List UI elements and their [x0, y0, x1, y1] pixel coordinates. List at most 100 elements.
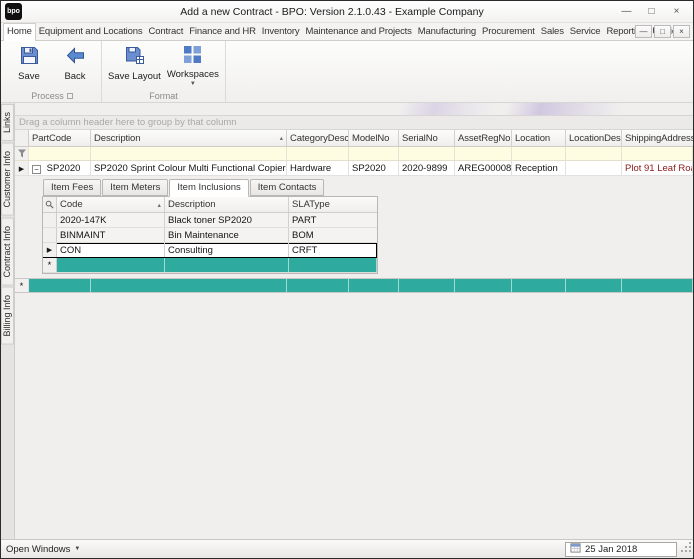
- filter-cell-categorydesc[interactable]: [287, 147, 349, 160]
- new-cell-modelno[interactable]: [349, 279, 399, 292]
- cell-categorydesc[interactable]: Hardware: [287, 161, 349, 175]
- filter-cell-modelno[interactable]: [349, 147, 399, 160]
- detail-row-binmaint[interactable]: BINMAINT Bin Maintenance BOM: [43, 228, 377, 243]
- detail-cell-description[interactable]: Consulting: [165, 243, 289, 257]
- tab-item-inclusions[interactable]: Item Inclusions: [169, 179, 249, 197]
- ribbon-body: Save Back Process Save Layout Workspaces…: [1, 41, 693, 103]
- maximize-button[interactable]: □: [639, 4, 664, 20]
- ribbon-tab-inventory[interactable]: Inventory: [259, 24, 303, 40]
- ribbon-tab-finance-and-hr[interactable]: Finance and HR: [186, 24, 259, 40]
- detail-cell-slatype[interactable]: CRFT: [289, 243, 377, 257]
- format-caption-label: Format: [149, 91, 178, 101]
- detail-column-header-description[interactable]: Description: [165, 197, 289, 212]
- save-layout-button[interactable]: Save Layout: [105, 42, 164, 90]
- grid-row-sp2020[interactable]: ▶ − SP2020 SP2020 Sprint Colour Multi Fu…: [15, 161, 693, 176]
- search-icon[interactable]: [43, 197, 57, 212]
- detail-cell-code[interactable]: BINMAINT: [57, 228, 165, 242]
- column-header-description[interactable]: Description ▲: [91, 130, 287, 146]
- detail-new-cell-slatype[interactable]: [289, 258, 377, 272]
- new-cell-categorydesc[interactable]: [287, 279, 349, 292]
- group-by-bar[interactable]: Drag a column header here to group by th…: [15, 115, 693, 130]
- workspaces-button[interactable]: Workspaces ▼: [164, 42, 222, 90]
- ribbon-tab-home[interactable]: Home: [3, 23, 36, 41]
- ribbon-tab-contract[interactable]: Contract: [146, 24, 187, 40]
- cell-location[interactable]: Reception: [512, 161, 566, 175]
- tab-item-fees[interactable]: Item Fees: [43, 179, 102, 196]
- detail-cell-description[interactable]: Black toner SP2020: [165, 213, 289, 227]
- minimize-button[interactable]: —: [614, 4, 639, 20]
- detail-cell-slatype[interactable]: BOM: [289, 228, 377, 242]
- detail-new-item-row[interactable]: *: [43, 258, 377, 273]
- filter-cell-serialno[interactable]: [399, 147, 455, 160]
- collapse-detail-button[interactable]: −: [32, 165, 41, 174]
- new-cell-description[interactable]: [91, 279, 287, 292]
- column-header-location[interactable]: Location: [512, 130, 566, 146]
- column-header-serialno[interactable]: SerialNo: [399, 130, 455, 146]
- new-cell-shippingaddress[interactable]: [622, 279, 693, 292]
- column-header-modelno[interactable]: ModelNo: [349, 130, 399, 146]
- back-button-label: Back: [64, 71, 86, 82]
- column-header-locationdesc[interactable]: LocationDesc: [566, 130, 622, 146]
- ribbon-tab-service[interactable]: Service: [567, 24, 604, 40]
- detail-row-con-focused[interactable]: ▶ CON Consulting CRFT: [43, 243, 377, 258]
- detail-cell-code[interactable]: CON: [57, 243, 165, 257]
- detail-row-2020-147k[interactable]: 2020-147K Black toner SP2020 PART: [43, 213, 377, 228]
- ribbon-tab-manufacturing[interactable]: Manufacturing: [415, 24, 479, 40]
- cell-serialno[interactable]: 2020-9899: [399, 161, 455, 175]
- new-cell-locationdesc[interactable]: [566, 279, 622, 292]
- tab-item-contacts[interactable]: Item Contacts: [249, 179, 325, 196]
- filter-cell-location[interactable]: [512, 147, 566, 160]
- filter-cell-shippingaddress[interactable]: [622, 147, 693, 160]
- cell-shippingaddress[interactable]: Plot 91 Leaf Road, Fo: [622, 161, 693, 175]
- detail-new-cell-code[interactable]: [57, 258, 165, 272]
- ribbon-tab-sales[interactable]: Sales: [538, 24, 567, 40]
- ribbon-tab-procurement[interactable]: Procurement: [479, 24, 538, 40]
- column-header-categorydesc[interactable]: CategoryDesc: [287, 130, 349, 146]
- filter-cell-partcode[interactable]: [29, 147, 91, 160]
- new-cell-location[interactable]: [512, 279, 566, 292]
- open-windows-button[interactable]: Open Windows ▼: [6, 544, 80, 555]
- focused-row-arrow-icon: ▶: [18, 165, 25, 173]
- date-picker[interactable]: 25 Jan 2018: [565, 541, 677, 557]
- sidebar-tab-customer-info[interactable]: Customer Info: [1, 143, 14, 216]
- sidebar-tab-links[interactable]: Links: [1, 104, 14, 142]
- filter-cell-locationdesc[interactable]: [566, 147, 622, 160]
- grid-new-item-row[interactable]: *: [15, 278, 693, 293]
- mdi-close-button[interactable]: ×: [673, 25, 690, 38]
- detail-new-cell-description[interactable]: [165, 258, 289, 272]
- detail-column-header-slatype[interactable]: SLAType: [289, 197, 377, 212]
- save-button-ribbon[interactable]: Save: [6, 42, 52, 90]
- back-button[interactable]: Back: [52, 42, 98, 90]
- detail-cell-description[interactable]: Bin Maintenance: [165, 228, 289, 242]
- column-header-partcode[interactable]: PartCode: [29, 130, 91, 146]
- cell-partcode[interactable]: − SP2020: [29, 161, 91, 175]
- new-item-asterisk-icon: *: [47, 259, 52, 271]
- column-header-shippingaddress[interactable]: ShippingAddress: [622, 130, 693, 146]
- date-value: 25 Jan 2018: [585, 543, 638, 555]
- tab-item-meters[interactable]: Item Meters: [102, 179, 169, 196]
- detail-column-header-code[interactable]: Code ▲: [57, 197, 165, 212]
- filter-cell-description[interactable]: [91, 147, 287, 160]
- column-header-assetregno[interactable]: AssetRegNo: [455, 130, 512, 146]
- mdi-minimize-button[interactable]: —: [635, 25, 652, 38]
- mdi-window-controls: — □ ×: [635, 25, 690, 38]
- ribbon-tab-maintenance-and-projects[interactable]: Maintenance and Projects: [303, 24, 415, 40]
- detail-cell-slatype[interactable]: PART: [289, 213, 377, 227]
- sidebar-tab-billing-info[interactable]: Billing Info: [1, 287, 14, 345]
- status-bar: Open Windows ▼ 25 Jan 2018: [1, 539, 693, 558]
- close-button[interactable]: ×: [664, 4, 689, 20]
- cell-description[interactable]: SP2020 Sprint Colour Multi Functional Co…: [91, 161, 287, 175]
- process-dialog-launcher-icon[interactable]: [66, 93, 73, 99]
- resize-grip[interactable]: [681, 542, 692, 556]
- new-cell-assetregno[interactable]: [455, 279, 512, 292]
- mdi-restore-button[interactable]: □: [654, 25, 671, 38]
- cell-assetregno[interactable]: AREG000083: [455, 161, 512, 175]
- detail-cell-code[interactable]: 2020-147K: [57, 213, 165, 227]
- ribbon-tab-equipment-and-locations[interactable]: Equipment and Locations: [36, 24, 146, 40]
- new-cell-partcode[interactable]: [29, 279, 91, 292]
- cell-locationdesc[interactable]: [566, 161, 622, 175]
- filter-cell-assetregno[interactable]: [455, 147, 512, 160]
- sidebar-tab-contract-info[interactable]: Contract Info: [1, 217, 14, 286]
- cell-modelno[interactable]: SP2020: [349, 161, 399, 175]
- new-cell-serialno[interactable]: [399, 279, 455, 292]
